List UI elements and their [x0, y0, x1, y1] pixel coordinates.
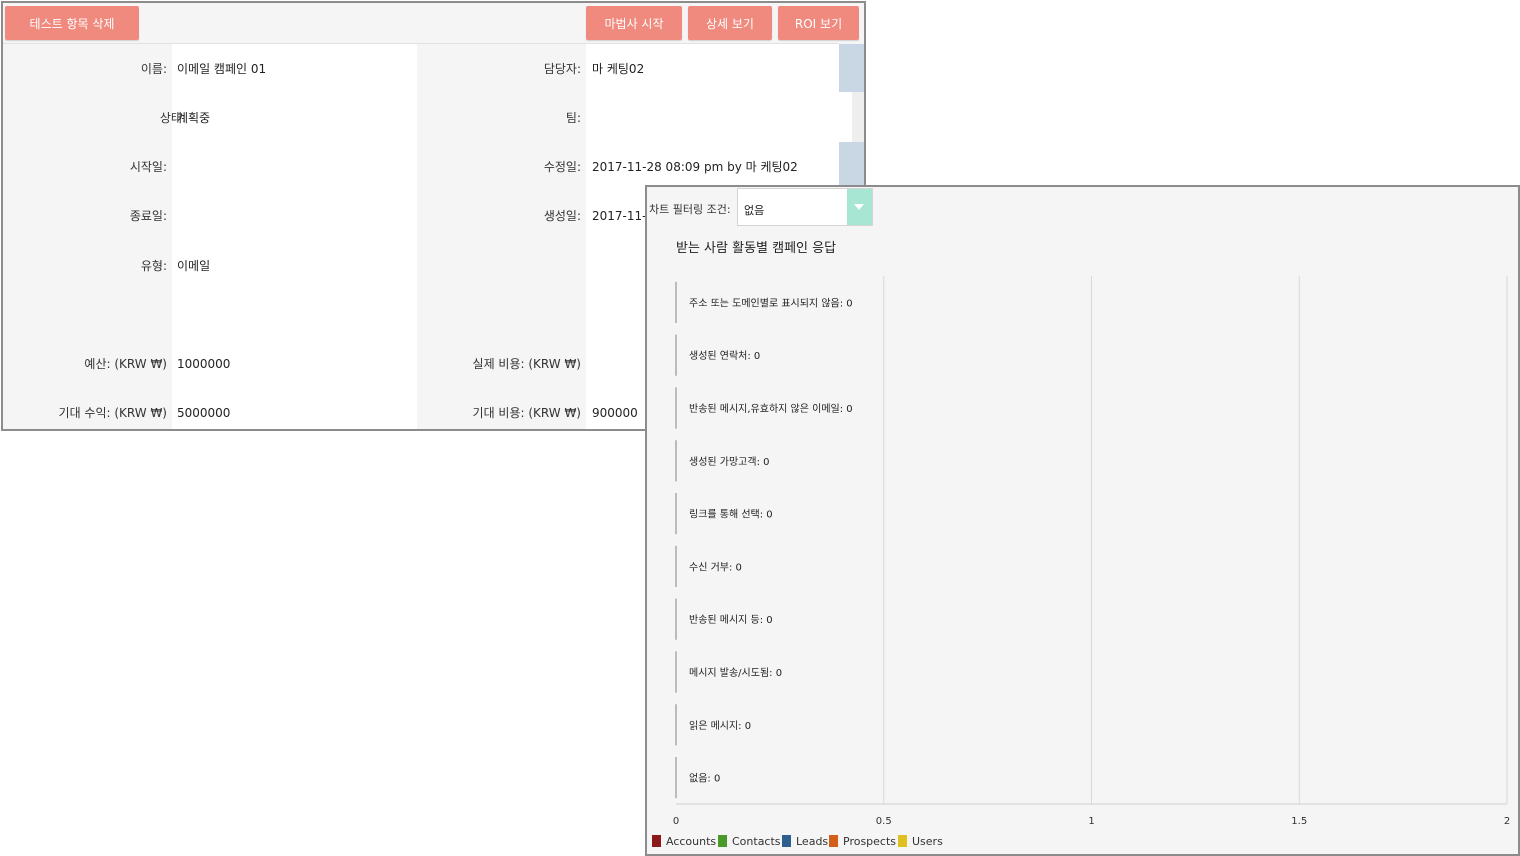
end-date-label: 종료일:: [129, 209, 167, 223]
team-label: 팀:: [565, 111, 581, 125]
legend-swatch: [652, 835, 661, 847]
bar-label: 주소 또는 도메인별로 표시되지 않음: 0: [689, 297, 853, 309]
expected-cost-label: 기대 비용: (KRW ₩): [472, 406, 581, 420]
assigned-value: 마 케팅02: [592, 62, 645, 76]
bar-label: 링크를 통해 선택: 0: [689, 508, 773, 521]
bar-label: 읽은 메시지: 0: [689, 719, 751, 732]
x-tick-label: 0: [673, 816, 679, 827]
legend-item[interactable]: Prospects: [829, 835, 896, 848]
legend-swatch: [829, 835, 838, 847]
assigned-label: 담당자:: [543, 62, 581, 76]
modified-date-label: 수정일:: [543, 160, 581, 174]
scrollbar-track[interactable]: [839, 92, 852, 142]
delete-test-items-button[interactable]: 테스트 항목 삭제: [5, 6, 139, 40]
created-date-label: 생성일:: [543, 209, 581, 223]
type-label: 유형:: [140, 259, 167, 273]
bar-label: 수신 거부: 0: [689, 561, 742, 573]
scrollbar-track-right[interactable]: [852, 92, 864, 142]
legend-label: Users: [912, 835, 943, 848]
start-date-label: 시작일:: [129, 160, 167, 174]
legend-item[interactable]: Leads: [782, 835, 828, 848]
x-tick-label: 1: [1088, 816, 1094, 827]
legend-label: Accounts: [666, 835, 717, 848]
expected-revenue-label: 기대 수익: (KRW ₩): [58, 406, 167, 420]
scrollbar-thumb[interactable]: [839, 44, 864, 92]
legend-item[interactable]: Accounts: [652, 835, 716, 848]
legend-swatch: [898, 835, 907, 847]
legend-label: Prospects: [843, 835, 897, 848]
actual-cost-label: 실제 비용: (KRW ₩): [472, 357, 581, 371]
view-details-button[interactable]: 상세 보기: [688, 6, 772, 40]
legend-label: Contacts: [732, 835, 781, 848]
expected-revenue-value: 5000000: [177, 406, 231, 420]
x-tick-label: 0.5: [876, 816, 892, 827]
budget-value: 1000000: [177, 357, 231, 371]
bar-label: 생성된 가망고객: 0: [689, 456, 770, 468]
status-value: 계획중: [177, 111, 211, 125]
bar-label: 없음: 0: [689, 772, 720, 785]
name-label: 이름:: [140, 62, 167, 76]
x-tick-label: 1.5: [1291, 816, 1307, 827]
expected-cost-value: 900000: [592, 406, 638, 420]
type-value: 이메일: [177, 259, 211, 273]
campaign-response-chart-panel: 차트 필터링 조건: 없음 받는 사람 활동별 캠페인 응답 0 0.5 1 1.5 2…: [645, 185, 1520, 856]
legend-item[interactable]: Contacts: [718, 835, 781, 848]
bar-label: 메시지 발송/시도됨: 0: [689, 667, 782, 679]
legend-swatch: [718, 835, 727, 847]
modified-date-value: 2017-11-28 08:09 pm by 마 케팅02: [592, 160, 798, 174]
name-value: 이메일 캠페인 01: [177, 62, 267, 76]
legend-item[interactable]: Users: [898, 835, 943, 848]
budget-label: 예산: (KRW ₩): [84, 357, 167, 371]
launch-wizard-button[interactable]: 마법사 시작: [586, 6, 682, 40]
bar-label: 반송된 메시지 등: 0: [689, 614, 773, 626]
bar-label: 반송된 메시지,유효하지 않은 이메일: 0: [689, 402, 853, 415]
legend-label: Leads: [796, 835, 829, 848]
legend-swatch: [782, 835, 791, 847]
bar-label: 생성된 연락처: 0: [689, 350, 760, 362]
view-roi-button[interactable]: ROI 보기: [778, 6, 859, 40]
bar-chart: 0 0.5 1 1.5 2 주소 또는 도메인별로 표시되지 않음: 0 생성된 연락처: …: [673, 276, 1510, 827]
x-tick-label: 2: [1504, 816, 1510, 827]
